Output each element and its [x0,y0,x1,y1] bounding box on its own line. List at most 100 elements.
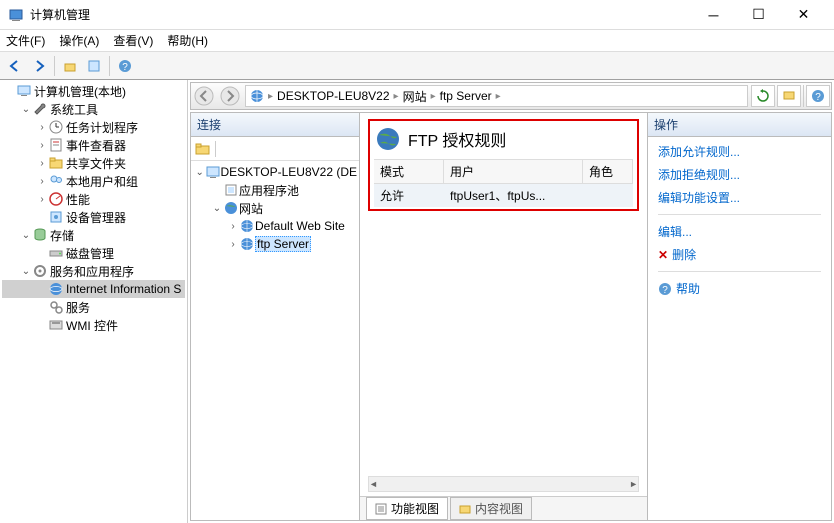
tree-item[interactable]: ⌄服务和应用程序 [2,262,185,280]
col-mode[interactable]: 模式 [374,160,444,183]
stop-button[interactable] [777,85,801,107]
expander-icon[interactable]: ⌄ [195,167,205,178]
refresh-button[interactable] [751,85,775,107]
tab-content-view[interactable]: 内容视图 [450,497,532,520]
action-label: 添加允许规则... [658,143,740,160]
app-icon [8,7,24,23]
tree-item[interactable]: › 性能 [2,190,185,208]
tab-label: 功能视图 [391,500,439,517]
chevron-right-icon: ▸ [496,91,501,102]
action-link[interactable]: 添加拒绝规则... [658,166,821,183]
conn-tree-item[interactable]: ⌄网站 [193,199,357,217]
expander-icon[interactable]: › [36,194,48,205]
tree-label: 服务 [66,299,90,316]
iis-forward-button[interactable] [217,84,243,108]
tree-item[interactable]: 计算机管理(本地) [2,82,185,100]
menu-action[interactable]: 操作(A) [59,32,99,49]
expander-icon[interactable]: › [227,239,239,250]
tree-item[interactable]: ⌄系统工具 [2,100,185,118]
iis-icon [48,281,64,297]
properties-button[interactable] [83,55,105,77]
tree-item[interactable]: Internet Information S [2,280,185,298]
conn-tree-item[interactable]: ⌄ DESKTOP-LEU8V22 (DE [193,163,357,181]
expander-icon[interactable]: ⌄ [20,104,32,115]
wmi-icon [48,317,64,333]
connections-panel: 连接 ⌄DESKTOP-LEU8V22 (DE应用程序池⌄网站›Default … [190,112,360,521]
tree-item[interactable]: ›本地用户和组 [2,172,185,190]
tree-label: ftp Server [255,236,311,252]
svg-text:?: ? [122,62,128,73]
breadcrumb[interactable]: ▸ DESKTOP-LEU8V22 ▸ 网站 ▸ ftp Server ▸ [245,85,748,107]
forward-button[interactable] [28,55,50,77]
chevron-right-icon: ▸ [431,91,436,102]
tree-label: 磁盘管理 [66,245,114,262]
grid-header: 模式 用户 角色 [374,159,633,184]
tree-label: 性能 [66,191,90,208]
tree-item[interactable]: ›事件查看器 [2,136,185,154]
empty-area [360,213,647,476]
iis-help-button[interactable]: ? [806,85,830,107]
tree-label: Internet Information S [66,282,181,296]
action-link[interactable]: ✕删除 [658,246,821,263]
tree-item[interactable]: ⌄存储 [2,226,185,244]
action-link[interactable]: 添加允许规则... [658,143,821,160]
feature-title: FTP 授权规则 [374,123,633,159]
tab-feature-view[interactable]: 功能视图 [366,497,448,520]
connections-tree[interactable]: ⌄ DESKTOP-LEU8V22 (DE 应用程序池⌄网站 › Default Web… [191,161,359,520]
wrench-icon [32,101,48,117]
expander-icon[interactable]: › [36,122,48,133]
action-link[interactable]: ?帮助 [658,280,821,297]
expander-icon[interactable]: › [227,221,239,232]
close-button[interactable]: ✕ [781,1,826,29]
up-button[interactable] [59,55,81,77]
chevron-right-icon: ▸ [394,91,399,102]
tree-item[interactable]: 磁盘管理 [2,244,185,262]
breadcrumb-item[interactable]: ftp Server [440,89,492,103]
action-link[interactable]: 编辑功能设置... [658,189,821,206]
tree-item[interactable]: 服务 [2,298,185,316]
expander-icon[interactable]: ⌄ [211,203,223,214]
chevron-right-icon: ▸ [268,91,273,102]
expander-icon[interactable]: › [36,176,48,187]
horizontal-scrollbar[interactable]: ◄► [368,476,639,492]
cell-user: ftpUser1、ftpUs... [444,184,583,207]
help-button[interactable]: ? [114,55,136,77]
sites-icon [223,200,239,216]
expander-icon[interactable]: ⌄ [20,266,32,277]
expander-icon[interactable]: ⌄ [20,230,32,241]
col-user[interactable]: 用户 [444,160,583,183]
folder-icon[interactable] [195,142,211,156]
users-icon [48,173,64,189]
tree-item[interactable]: 设备管理器 [2,208,185,226]
main-toolbar: ? [0,52,834,80]
minimize-button[interactable]: ─ [691,1,736,29]
menu-help[interactable]: 帮助(H) [167,32,208,49]
connections-toolbar [191,137,359,161]
breadcrumb-item[interactable]: 网站 [403,88,427,105]
tree-label: DESKTOP-LEU8V22 (DE [221,165,358,179]
conn-tree-item[interactable]: 应用程序池 [193,181,357,199]
conn-tree-item[interactable]: › ftp Server [193,235,357,253]
tree-label: Default Web Site [255,219,345,233]
iis-back-button[interactable] [191,84,217,108]
action-link[interactable]: 编辑... [658,223,821,240]
expander-icon[interactable]: › [36,158,48,169]
menu-view[interactable]: 查看(V) [113,32,153,49]
expander-icon[interactable]: › [36,140,48,151]
back-button[interactable] [4,55,26,77]
separator [658,271,821,272]
conn-tree-item[interactable]: › Default Web Site [193,217,357,235]
tree-item[interactable]: WMI 控件 [2,316,185,334]
pool-icon [223,182,239,198]
globe-icon [250,89,264,103]
col-role[interactable]: 角色 [583,160,633,183]
tree-item[interactable]: ›任务计划程序 [2,118,185,136]
menu-file[interactable]: 文件(F) [6,32,45,49]
tree-item[interactable]: ›共享文件夹 [2,154,185,172]
help-icon: ? [658,282,672,296]
breadcrumb-item[interactable]: DESKTOP-LEU8V22 [277,89,390,103]
svg-text:?: ? [662,285,668,296]
left-tree[interactable]: 计算机管理(本地)⌄系统工具›任务计划程序›事件查看器›共享文件夹›本地用户和组… [0,80,188,523]
grid-row[interactable]: 允许 ftpUser1、ftpUs... [374,184,633,207]
maximize-button[interactable]: ☐ [736,1,781,29]
